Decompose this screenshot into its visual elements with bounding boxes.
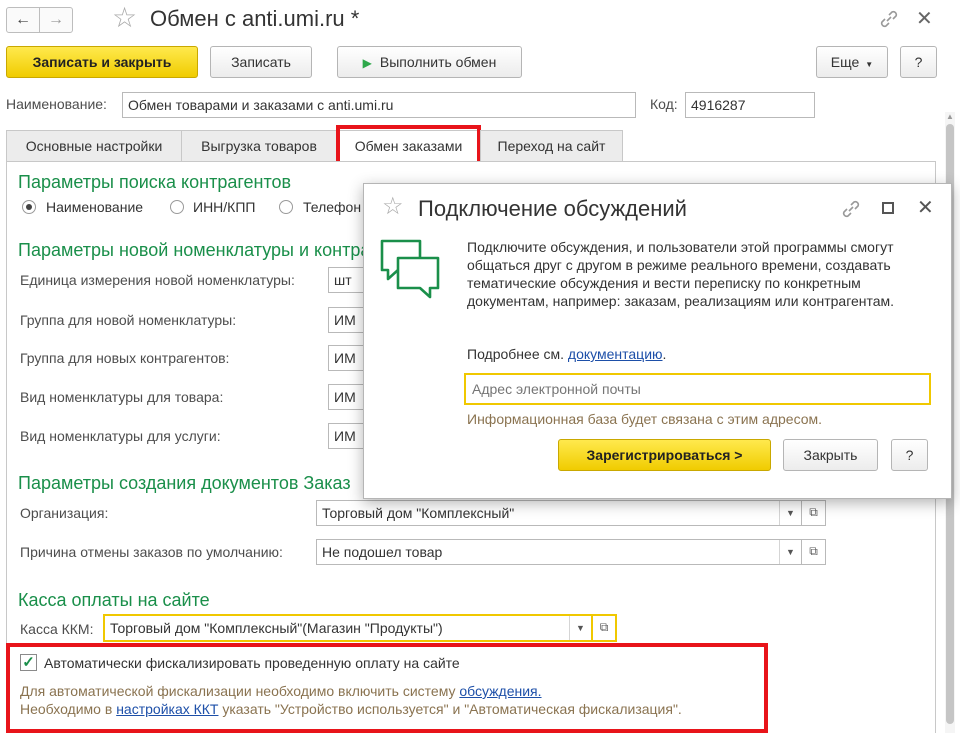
more-label: Еще (830, 54, 860, 70)
fiscal-note-2-post: указать "Устройство используется" и "Авт… (218, 701, 682, 717)
auto-fiscal-checkbox[interactable]: ✓ (20, 654, 37, 671)
fiscal-note-2-pre: Необходимо в (20, 701, 117, 717)
dropdown-arrow-icon[interactable]: ▼ (779, 501, 801, 525)
kassa-title: Касса оплаты на сайте (18, 590, 210, 610)
dialog-title: Подключение обсуждений (418, 196, 687, 221)
cancel-reason-label: Причина отмены заказов по умолчанию: (20, 544, 283, 560)
link-icon[interactable] (878, 8, 900, 30)
organization-label: Организация: (20, 505, 109, 521)
fiscal-note-2: Необходимо в настройках ККТ указать "Уст… (20, 701, 682, 717)
name-label: Наименование: (6, 96, 107, 112)
back-button[interactable]: ← (6, 7, 40, 33)
documentation-link[interactable]: документацию (568, 346, 663, 362)
dialog-description: Подключите обсуждения, и пользователи эт… (467, 239, 895, 309)
cancel-reason-value: Не подошел товар (322, 544, 443, 560)
service-kind-label: Вид номенклатуры для услуги: (20, 428, 221, 444)
more-info-text: Подробнее см. (467, 346, 568, 362)
save-button[interactable]: Записать (210, 46, 312, 78)
dialog-link-icon[interactable] (840, 198, 862, 220)
dialog-close-button[interactable]: Закрыть (783, 439, 878, 471)
fiscal-note-1-text: Для автоматической фискализации необходи… (20, 683, 460, 699)
code-field[interactable]: 4916287 (685, 92, 815, 118)
play-icon: ▶ (362, 56, 372, 70)
name-field[interactable]: Обмен товарами и заказами с anti.umi.ru (122, 92, 636, 118)
title-bar (0, 0, 960, 40)
kkm-field[interactable]: Торговый дом "Комплексный"(Магазин "Прод… (103, 614, 593, 642)
register-button[interactable]: Зарегистрироваться > (558, 439, 771, 471)
search-params-title: Параметры поиска контрагентов (18, 172, 292, 192)
arrow-right-icon: → (48, 11, 64, 28)
auto-fiscal-label[interactable]: Автоматически фискализировать проведенну… (44, 655, 460, 671)
fiscal-note-1: Для автоматической фискализации необходи… (20, 683, 542, 699)
discussions-dialog: ☆ Подключение обсуждений ✕ Подключите об… (363, 183, 952, 499)
favorite-star-icon[interactable]: ☆ (112, 2, 137, 34)
maximize-icon[interactable] (882, 202, 894, 214)
code-label: Код: (650, 96, 678, 112)
organization-value: Торговый дом "Комплексный" (322, 505, 515, 521)
email-input[interactable] (464, 373, 931, 405)
kkm-label: Касса ККМ: (20, 621, 94, 637)
scroll-up-icon[interactable]: ▲ (945, 112, 955, 122)
dialog-star-icon[interactable]: ☆ (382, 192, 404, 221)
discussions-link[interactable]: обсуждения. (459, 683, 541, 699)
tab-go-to-site[interactable]: Переход на сайт (480, 130, 623, 162)
contractors-group-label: Группа для новых контрагентов: (20, 350, 230, 366)
window-title: Обмен с anti.umi.ru * (150, 6, 360, 31)
more-info: Подробнее см. документацию. (467, 346, 666, 362)
goods-group-label: Группа для новой номенклатуры: (20, 312, 237, 328)
email-hint: Информационная база будет связана с этим… (467, 411, 823, 427)
open-cancel-reason-icon[interactable]: ⧉ (802, 539, 826, 565)
run-exchange-button[interactable]: ▶ Выполнить обмен (337, 46, 522, 78)
chat-bubbles-icon (378, 238, 444, 300)
dropdown-arrow-icon[interactable]: ▼ (779, 540, 801, 564)
dropdown-arrow-icon[interactable]: ▼ (569, 616, 591, 640)
goods-kind-label: Вид номенклатуры для товара: (20, 389, 224, 405)
more-menu-button[interactable]: Еще ▼ (816, 46, 888, 78)
open-kkm-icon[interactable]: ⧉ (593, 614, 617, 642)
radio-phone[interactable] (279, 200, 293, 214)
kkt-settings-link[interactable]: настройках ККТ (116, 701, 218, 717)
radio-phone-label: Телефон (303, 199, 362, 215)
cancel-reason-field[interactable]: Не подошел товар ▼ (316, 539, 802, 565)
kkm-value: Торговый дом "Комплексный"(Магазин "Прод… (110, 620, 443, 636)
open-organization-icon[interactable]: ⧉ (802, 500, 826, 526)
radio-inn[interactable] (170, 200, 184, 214)
dialog-help-button[interactable]: ? (891, 439, 928, 471)
radio-name[interactable] (22, 200, 36, 214)
save-and-close-button[interactable]: Записать и закрыть (6, 46, 198, 78)
close-icon[interactable]: ✕ (916, 6, 933, 31)
tab-goods-export[interactable]: Выгрузка товаров (181, 130, 337, 162)
arrow-left-icon: ← (15, 11, 31, 28)
dialog-close-icon[interactable]: ✕ (917, 195, 934, 220)
radio-name-label: Наименование (46, 199, 144, 215)
help-button[interactable]: ? (900, 46, 937, 78)
run-exchange-label: Выполнить обмен (379, 54, 497, 70)
more-info-end: . (662, 346, 667, 362)
docs-params-title: Параметры создания документов Заказ (18, 473, 351, 493)
chevron-down-icon: ▼ (865, 60, 874, 69)
unit-label: Единица измерения новой номенклатуры: (20, 272, 295, 288)
tab-main-settings[interactable]: Основные настройки (6, 130, 182, 162)
organization-field[interactable]: Торговый дом "Комплексный" ▼ (316, 500, 802, 526)
radio-inn-label: ИНН/КПП (193, 199, 256, 215)
forward-button[interactable]: → (39, 7, 73, 33)
